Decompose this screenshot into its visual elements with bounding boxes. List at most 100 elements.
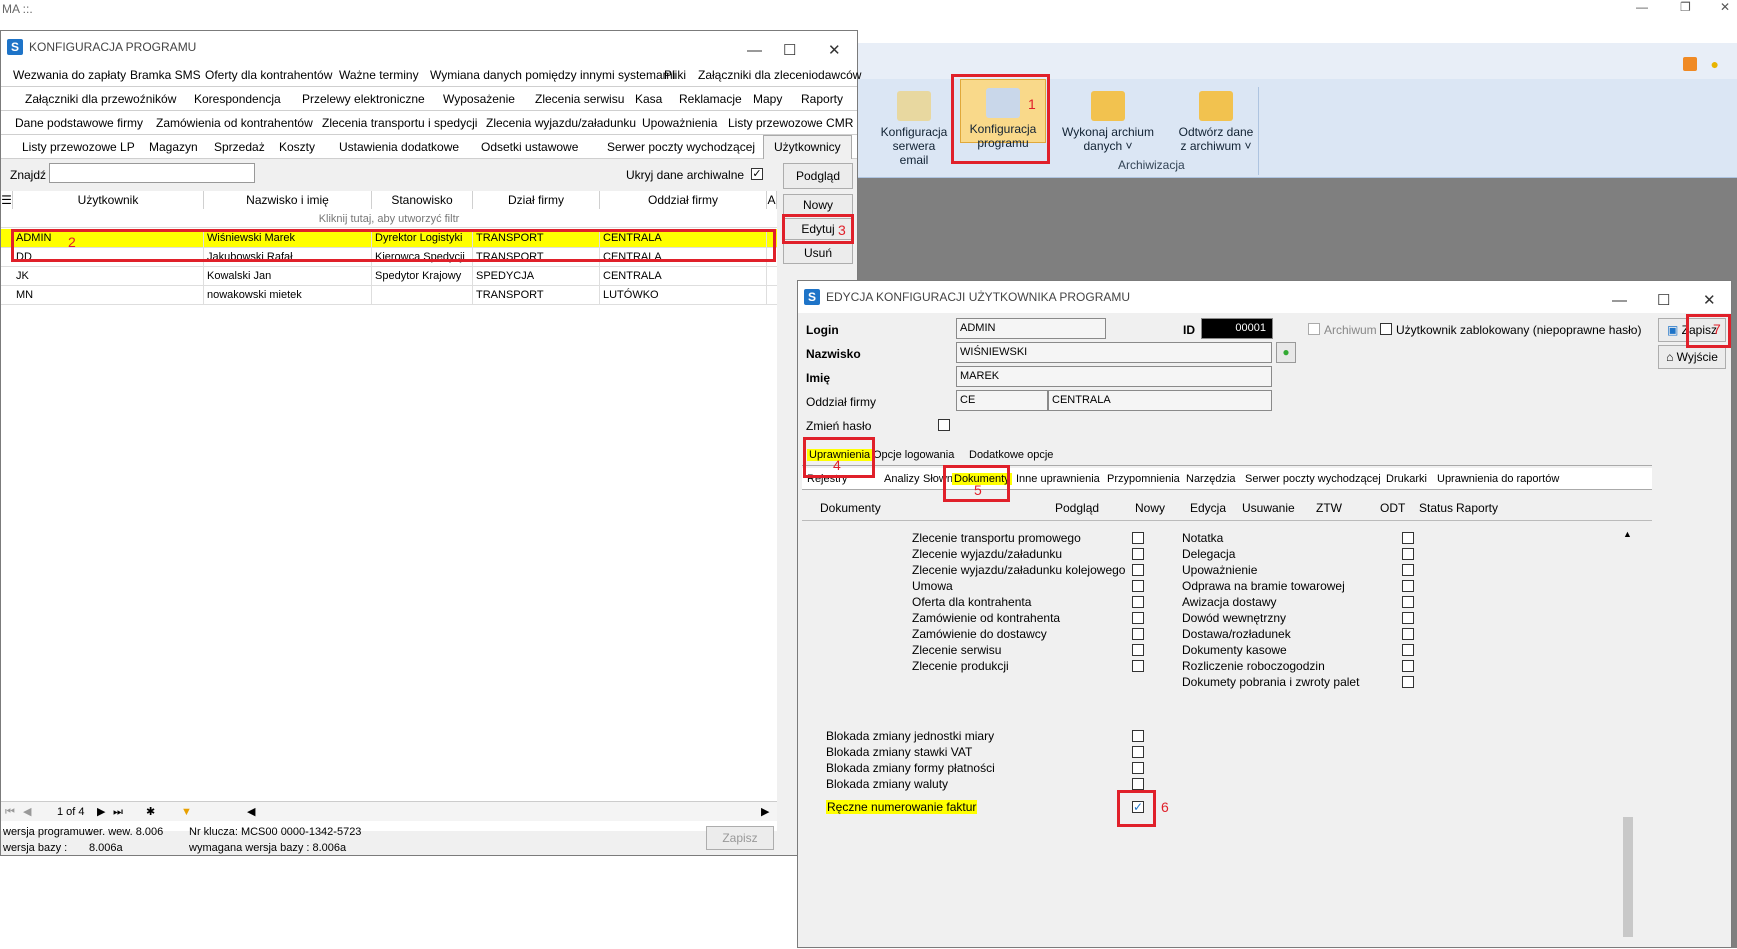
tab-zamowienia-kontrahentow[interactable]: Zamówienia od kontrahentów xyxy=(156,116,313,130)
block-checkbox[interactable] xyxy=(1132,730,1144,742)
tab-magazyn[interactable]: Magazyn xyxy=(149,140,198,154)
tab-wezwania[interactable]: Wezwania do zapłaty xyxy=(13,68,126,82)
doc-right-checkbox[interactable] xyxy=(1402,628,1414,640)
block-checkbox[interactable] xyxy=(1132,746,1144,758)
tab-korespondencja[interactable]: Korespondencja xyxy=(194,92,281,106)
tab-dane-podstawowe[interactable]: Dane podstawowe firmy xyxy=(15,116,143,130)
tab-przelewy[interactable]: Przelewy elektroniczne xyxy=(302,92,425,106)
branch-code-field[interactable]: CE xyxy=(956,390,1048,411)
doc-left-checkbox[interactable] xyxy=(1132,532,1144,544)
close-icon[interactable]: ✕ xyxy=(1720,0,1730,14)
filter-hint[interactable]: Kliknij tutaj, aby utworzyć filtr xyxy=(1,210,777,228)
maximize-icon[interactable]: ☐ xyxy=(1657,285,1670,317)
tab-wazne-terminy[interactable]: Ważne terminy xyxy=(339,68,419,82)
archive-checkbox[interactable] xyxy=(1308,323,1320,335)
tab-uzytkownicy[interactable]: Użytkownicy xyxy=(763,135,852,159)
block-checkbox[interactable] xyxy=(1132,778,1144,790)
user-lookup-icon[interactable]: ● xyxy=(1276,342,1296,363)
tab-serwer-poczty[interactable]: Serwer poczty wychodzącej xyxy=(607,140,755,154)
doc-left-checkbox[interactable] xyxy=(1132,548,1144,560)
block-checkbox[interactable] xyxy=(1132,762,1144,774)
col-header-user[interactable]: Użytkownik xyxy=(13,191,204,209)
tab-wymiana-danych[interactable]: Wymiana danych pomiędzy innymi systemami xyxy=(430,68,675,82)
blocked-checkbox[interactable] xyxy=(1380,323,1392,335)
tab-listy-cmr[interactable]: Listy przewozowe CMR xyxy=(728,116,853,130)
doc-left-checkbox[interactable] xyxy=(1132,596,1144,608)
tab-oferty[interactable]: Oferty dla kontrahentów xyxy=(205,68,332,82)
doc-left-checkbox[interactable] xyxy=(1132,628,1144,640)
tab-dodatkowe-opcje[interactable]: Dodatkowe opcje xyxy=(969,449,1053,461)
col-header-name[interactable]: Nazwisko i imię xyxy=(204,191,372,209)
doc-right-checkbox[interactable] xyxy=(1402,548,1414,560)
tab-koszty[interactable]: Koszty xyxy=(279,140,315,154)
tab-odsetki[interactable]: Odsetki ustawowe xyxy=(481,140,578,154)
login-field[interactable]: ADMIN xyxy=(956,318,1106,339)
find-input[interactable] xyxy=(49,163,255,183)
config-save-button[interactable]: Zapisz xyxy=(706,826,774,850)
tab-zalaczniki-przewoznikow[interactable]: Załączniki dla przewoźników xyxy=(25,92,176,106)
first-page-icon[interactable]: ⏮ xyxy=(5,802,15,822)
last-page-icon[interactable]: ⏭ xyxy=(113,802,123,822)
doc-left-checkbox[interactable] xyxy=(1132,660,1144,672)
filter-icon[interactable]: ▼ xyxy=(181,802,192,822)
scroll-left-icon[interactable]: ◀ xyxy=(247,802,255,822)
doc-left-checkbox[interactable] xyxy=(1132,612,1144,624)
tab-ustawienia-dodatkowe[interactable]: Ustawienia dodatkowe xyxy=(339,140,459,154)
branch-name-field[interactable]: CENTRALA xyxy=(1048,390,1272,411)
tab-wyposazenie[interactable]: Wyposażenie xyxy=(443,92,515,106)
tab-uprawnienia-raporty[interactable]: Uprawnienia do raportów xyxy=(1437,473,1559,485)
doc-right-checkbox[interactable] xyxy=(1402,612,1414,624)
doc-right-checkbox[interactable] xyxy=(1402,564,1414,576)
exit-button[interactable]: ⌂ Wyjście xyxy=(1658,345,1726,369)
scroll-right-icon[interactable]: ▶ xyxy=(761,802,769,822)
tab-zlecenia-wyjazdu[interactable]: Zlecenia wyjazdu/załadunku xyxy=(486,116,636,130)
minimize-icon[interactable]: — xyxy=(1612,285,1627,317)
doc-left-checkbox[interactable] xyxy=(1132,644,1144,656)
tab-analizy[interactable]: Analizy xyxy=(884,473,919,485)
doc-right-checkbox[interactable] xyxy=(1402,596,1414,608)
doc-right-checkbox[interactable] xyxy=(1402,644,1414,656)
next-page-icon[interactable]: ▶ xyxy=(97,802,105,822)
restore-icon[interactable]: ❐ xyxy=(1680,0,1691,14)
tab-drukarki[interactable]: Drukarki xyxy=(1386,473,1427,485)
doc-left-checkbox[interactable] xyxy=(1132,564,1144,576)
prev-page-icon[interactable]: ◀ xyxy=(23,802,31,822)
tab-listy-lp[interactable]: Listy przewozowe LP xyxy=(22,140,135,154)
doc-right-checkbox[interactable] xyxy=(1402,580,1414,592)
grid-menu-icon[interactable]: ☰ xyxy=(1,191,13,209)
tab-mapy[interactable]: Mapy xyxy=(753,92,782,106)
tab-narzedzia[interactable]: Narzędzia xyxy=(1186,473,1236,485)
col-header-position[interactable]: Stanowisko xyxy=(372,191,473,209)
name-field[interactable]: MAREK xyxy=(956,366,1272,387)
tab-upowaznienia[interactable]: Upoważnienia xyxy=(642,116,717,130)
delete-button[interactable]: Usuń xyxy=(783,242,853,264)
doc-right-checkbox[interactable] xyxy=(1402,660,1414,672)
close-icon[interactable]: ✕ xyxy=(1703,285,1716,317)
tab-serwer-poczty[interactable]: Serwer poczty wychodzącej xyxy=(1245,473,1381,485)
add-record-icon[interactable]: ✱ xyxy=(146,802,155,822)
tab-inne-uprawnienia[interactable]: Inne uprawnienia xyxy=(1016,473,1100,485)
rss-icon[interactable] xyxy=(1683,57,1697,71)
tab-zlecenia-serwisu[interactable]: Zlecenia serwisu xyxy=(535,92,624,106)
ribbon-email-config-button[interactable]: Konfiguracja serwera email xyxy=(878,91,950,167)
table-row[interactable]: MN nowakowski mietek TRANSPORT LUTÓWKO xyxy=(1,286,777,305)
ribbon-restore-button[interactable]: Odtwórz dane z archiwum ˅ xyxy=(1170,91,1262,153)
doc-right-checkbox[interactable] xyxy=(1402,676,1414,688)
preview-button[interactable]: Podgląd xyxy=(783,163,853,189)
new-button[interactable]: Nowy xyxy=(783,194,853,216)
col-header-a[interactable]: A xyxy=(767,191,777,209)
tab-bramka-sms[interactable]: Bramka SMS xyxy=(130,68,201,82)
col-header-department[interactable]: Dział firmy xyxy=(473,191,600,209)
bulb-icon[interactable]: ● xyxy=(1711,56,1719,72)
col-header-branch[interactable]: Oddział firmy xyxy=(600,191,767,209)
archive-hide-checkbox[interactable]: ✓ xyxy=(751,168,763,180)
tab-kasa[interactable]: Kasa xyxy=(635,92,662,106)
tab-przypomnienia[interactable]: Przypomnienia xyxy=(1107,473,1180,485)
tab-sprzedaz[interactable]: Sprzedaż xyxy=(214,140,265,154)
doc-right-checkbox[interactable] xyxy=(1402,532,1414,544)
scrollbar-thumb[interactable] xyxy=(1623,817,1633,937)
scrollbar[interactable]: ▲ xyxy=(1622,529,1634,943)
ribbon-archive-button[interactable]: Wykonaj archium danych ˅ xyxy=(1058,91,1158,153)
change-password-checkbox[interactable] xyxy=(938,419,950,431)
doc-left-checkbox[interactable] xyxy=(1132,580,1144,592)
